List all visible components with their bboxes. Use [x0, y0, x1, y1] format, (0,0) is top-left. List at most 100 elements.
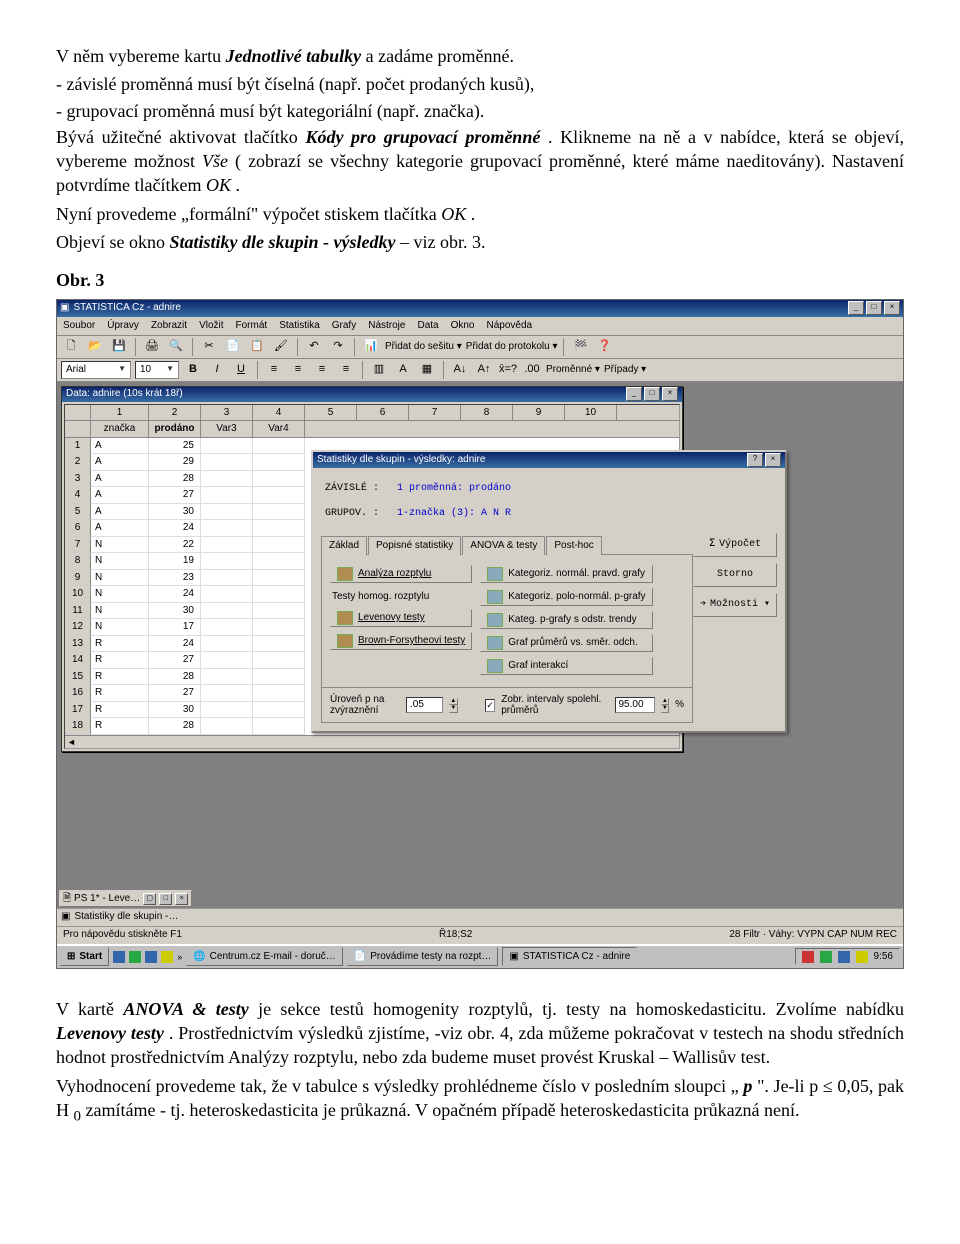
tab-posthoc[interactable]: Post-hoc: [546, 536, 601, 556]
cell[interactable]: R: [91, 636, 149, 653]
col-num[interactable]: 8: [461, 405, 513, 421]
row-hdr[interactable]: 12: [65, 619, 91, 636]
row-hdr[interactable]: 2: [65, 454, 91, 471]
cell[interactable]: [201, 520, 253, 537]
cell[interactable]: [253, 586, 305, 603]
col-num[interactable]: 6: [357, 405, 409, 421]
cell[interactable]: R: [91, 702, 149, 719]
cell[interactable]: A: [91, 471, 149, 488]
cell[interactable]: R: [91, 669, 149, 686]
checkbox-ci[interactable]: ✓: [485, 699, 495, 712]
cell[interactable]: [253, 537, 305, 554]
col-name[interactable]: prodáno: [149, 421, 201, 437]
row-hdr[interactable]: 6: [65, 520, 91, 537]
cell[interactable]: [201, 471, 253, 488]
tray-icon[interactable]: [802, 951, 814, 963]
cell[interactable]: 28: [149, 718, 201, 735]
btn-anova[interactable]: Analýza rozptylu: [330, 565, 472, 583]
copy-icon[interactable]: 📄: [223, 337, 243, 357]
row-hdr[interactable]: 3: [65, 471, 91, 488]
borders-icon[interactable]: ▦: [417, 360, 437, 380]
tray-icon[interactable]: [820, 951, 832, 963]
cell[interactable]: 27: [149, 652, 201, 669]
stats-icon[interactable]: x̄=?: [498, 360, 518, 380]
cell[interactable]: N: [91, 603, 149, 620]
spinner[interactable]: ▲▼: [449, 698, 457, 713]
cell[interactable]: [253, 619, 305, 636]
start-button[interactable]: ⊞ Start: [60, 947, 109, 967]
chart-icon[interactable]: 📊: [361, 337, 381, 357]
cell[interactable]: [201, 553, 253, 570]
task-item[interactable]: 📄Provádíme testy na rozpt…: [347, 947, 499, 967]
menu-item[interactable]: Úpravy: [107, 319, 139, 333]
cell[interactable]: [201, 603, 253, 620]
cell[interactable]: A: [91, 504, 149, 521]
row-hdr[interactable]: 18: [65, 718, 91, 735]
col-num[interactable]: 3: [201, 405, 253, 421]
btn-levene[interactable]: Levenovy testy: [330, 609, 472, 627]
menu-item[interactable]: Formát: [236, 319, 268, 333]
btn-katodstr[interactable]: Kateg. p-grafy s odstr. trendy: [480, 611, 652, 629]
cell[interactable]: [201, 454, 253, 471]
cell[interactable]: R: [91, 718, 149, 735]
cell[interactable]: 22: [149, 537, 201, 554]
minimized-window[interactable]: 🗎 PS 1* - Leve… ▢ □ ×: [59, 890, 192, 907]
row-hdr[interactable]: 5: [65, 504, 91, 521]
sort-asc-icon[interactable]: A↓: [450, 360, 470, 380]
cell[interactable]: 28: [149, 471, 201, 488]
cell[interactable]: A: [91, 520, 149, 537]
cell[interactable]: N: [91, 619, 149, 636]
menu-item[interactable]: Soubor: [63, 319, 95, 333]
maximize-button[interactable]: □: [644, 387, 660, 401]
col-num[interactable]: 4: [253, 405, 305, 421]
open-icon[interactable]: 📂: [85, 337, 105, 357]
cell[interactable]: R: [91, 685, 149, 702]
row-hdr[interactable]: 4: [65, 487, 91, 504]
col-num[interactable]: 1: [91, 405, 149, 421]
cell[interactable]: [201, 619, 253, 636]
h-scrollbar[interactable]: [65, 735, 679, 748]
cell[interactable]: [253, 487, 305, 504]
cell[interactable]: 27: [149, 685, 201, 702]
task-item-active[interactable]: ▣STATISTICA Cz - adnire: [502, 947, 637, 967]
paste-icon[interactable]: 📋: [247, 337, 267, 357]
tab-anova[interactable]: ANOVA & testy: [462, 536, 545, 556]
menu-item[interactable]: Grafy: [332, 319, 356, 333]
minimize-button[interactable]: _: [626, 387, 642, 401]
col-name[interactable]: Var4: [253, 421, 305, 437]
fontcolor-icon[interactable]: A: [393, 360, 413, 380]
btn-moznosti[interactable]: ➔Možnosti ▾: [693, 593, 777, 617]
cell[interactable]: [201, 487, 253, 504]
menu-item[interactable]: Nástroje: [368, 319, 405, 333]
maximize-button[interactable]: □: [866, 301, 882, 315]
menu-item[interactable]: Nápověda: [487, 319, 533, 333]
redo-icon[interactable]: ↷: [328, 337, 348, 357]
cell[interactable]: 24: [149, 520, 201, 537]
col-name[interactable]: značka: [91, 421, 149, 437]
cell[interactable]: [253, 718, 305, 735]
cut-icon[interactable]: ✂: [199, 337, 219, 357]
row-hdr[interactable]: 7: [65, 537, 91, 554]
row-hdr[interactable]: 15: [65, 669, 91, 686]
cell[interactable]: 30: [149, 702, 201, 719]
menu-item[interactable]: Statistika: [279, 319, 320, 333]
add-proto-btn[interactable]: Přidat do protokolu ▾: [466, 340, 558, 354]
close-button[interactable]: ×: [765, 453, 781, 467]
cell[interactable]: [201, 438, 253, 455]
row-hdr[interactable]: 8: [65, 553, 91, 570]
menu-item[interactable]: Okno: [451, 319, 475, 333]
minimize-button[interactable]: _: [848, 301, 864, 315]
decimals-icon[interactable]: .00: [522, 360, 542, 380]
cell[interactable]: [201, 504, 253, 521]
task-item[interactable]: 🌐Centrum.cz E-mail - doruč…: [186, 947, 343, 967]
cell[interactable]: A: [91, 487, 149, 504]
brush-icon[interactable]: 🖌: [271, 337, 291, 357]
cell[interactable]: 30: [149, 603, 201, 620]
cell[interactable]: 24: [149, 636, 201, 653]
cell[interactable]: R: [91, 652, 149, 669]
align-center-icon[interactable]: ≡: [288, 360, 308, 380]
tab-popisne[interactable]: Popisné statistiky: [368, 536, 461, 556]
print-icon[interactable]: 🖨: [142, 337, 162, 357]
cell[interactable]: [253, 454, 305, 471]
col-num[interactable]: 7: [409, 405, 461, 421]
